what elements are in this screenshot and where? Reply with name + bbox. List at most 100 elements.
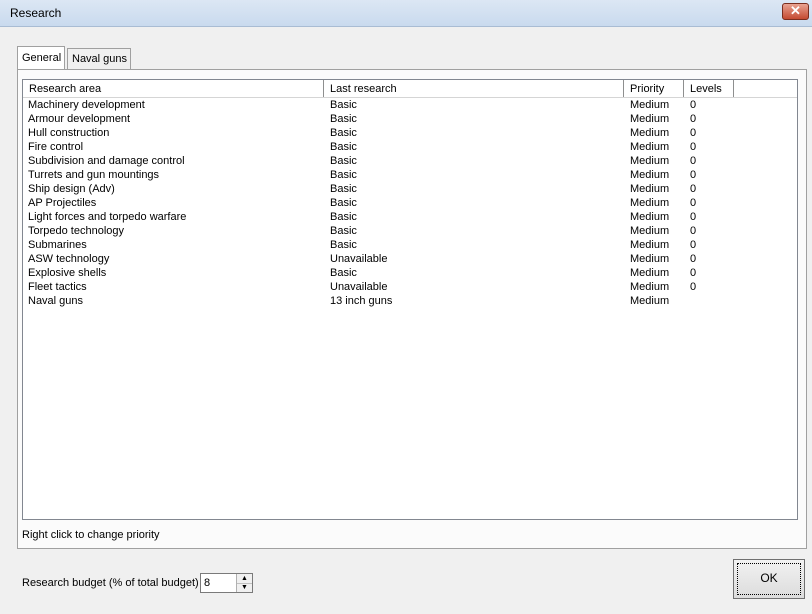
- cell-priority: Medium: [630, 99, 670, 111]
- cell-levels: 0: [690, 253, 697, 265]
- cell-last-research: Basic: [330, 225, 357, 237]
- close-button[interactable]: ✕: [782, 3, 809, 20]
- table-row[interactable]: Hull construction Basic Medium 0: [23, 126, 797, 140]
- cell-levels: 0: [690, 225, 697, 237]
- cell-research-area: Fire control: [28, 141, 84, 153]
- cell-priority: Medium: [630, 225, 670, 237]
- cell-last-research: Unavailable: [330, 281, 388, 293]
- cell-priority: Medium: [630, 197, 670, 209]
- column-header-label: Research area: [29, 83, 102, 95]
- cell-last-research: Basic: [330, 183, 357, 195]
- cell-research-area: AP Projectiles: [28, 197, 97, 209]
- column-header-last-research[interactable]: Last research: [324, 80, 624, 97]
- cell-levels: 0: [690, 127, 697, 139]
- stepper-buttons: ▲ ▼: [236, 574, 252, 592]
- cell-last-research: Basic: [330, 155, 357, 167]
- table-row[interactable]: Fleet tactics Unavailable Medium 0: [23, 280, 797, 294]
- cell-priority: Medium: [630, 281, 670, 293]
- cell-last-research: Basic: [330, 197, 357, 209]
- cell-priority: Medium: [630, 183, 670, 195]
- cell-last-research: Basic: [330, 211, 357, 223]
- cell-research-area: Torpedo technology: [28, 225, 125, 237]
- table-row[interactable]: Subdivision and damage control Basic Med…: [23, 154, 797, 168]
- cell-last-research: 13 inch guns: [330, 295, 393, 307]
- cell-research-area: Fleet tactics: [28, 281, 87, 293]
- cell-research-area: ASW technology: [28, 253, 110, 265]
- cell-priority: Medium: [630, 239, 670, 251]
- budget-label: Research budget (% of total budget): [22, 577, 199, 589]
- ok-button[interactable]: OK: [733, 559, 805, 599]
- cell-priority: Medium: [630, 113, 670, 125]
- cell-last-research: Basic: [330, 169, 357, 181]
- table-row[interactable]: Ship design (Adv) Basic Medium 0: [23, 182, 797, 196]
- cell-research-area: Machinery development: [28, 99, 145, 111]
- cell-levels: 0: [690, 281, 697, 293]
- cell-research-area: Turrets and gun mountings: [28, 169, 160, 181]
- cell-levels: 0: [690, 155, 697, 167]
- column-header-levels[interactable]: Levels: [684, 80, 734, 97]
- tab-naval-guns[interactable]: Naval guns: [67, 48, 131, 70]
- spin-down-icon[interactable]: ▼: [237, 583, 252, 592]
- cell-priority: Medium: [630, 169, 670, 181]
- cell-priority: Medium: [630, 211, 670, 223]
- column-header-label: Priority: [630, 83, 665, 95]
- budget-value[interactable]: 8: [204, 577, 210, 589]
- cell-research-area: Hull construction: [28, 127, 110, 139]
- window-title: Research: [10, 6, 62, 20]
- cell-last-research: Basic: [330, 267, 357, 279]
- cell-last-research: Basic: [330, 127, 357, 139]
- table-row[interactable]: Explosive shells Basic Medium 0: [23, 266, 797, 280]
- cell-levels: 0: [690, 239, 697, 251]
- tab-naval-guns-label: Naval guns: [72, 53, 128, 65]
- tab-general-label: General: [22, 52, 62, 64]
- cell-research-area: Explosive shells: [28, 267, 107, 279]
- cell-levels: 0: [690, 141, 697, 153]
- table-row[interactable]: Torpedo technology Basic Medium 0: [23, 224, 797, 238]
- column-header-label: Last research: [330, 83, 397, 95]
- budget-stepper[interactable]: 8 ▲ ▼: [200, 573, 253, 593]
- close-icon: ✕: [790, 3, 801, 18]
- tab-general[interactable]: General: [17, 46, 65, 69]
- cell-research-area: Naval guns: [28, 295, 84, 307]
- table-row[interactable]: Light forces and torpedo warfare Basic M…: [23, 210, 797, 224]
- cell-research-area: Subdivision and damage control: [28, 155, 185, 167]
- cell-research-area: Light forces and torpedo warfare: [28, 211, 187, 223]
- column-header-priority[interactable]: Priority: [624, 80, 684, 97]
- table-row[interactable]: Submarines Basic Medium 0: [23, 238, 797, 252]
- cell-levels: 0: [690, 197, 697, 209]
- list-header: Research area Last research Priority Lev…: [23, 80, 797, 98]
- column-header-label: Levels: [690, 83, 722, 95]
- research-list[interactable]: Research area Last research Priority Lev…: [22, 79, 798, 520]
- cell-last-research: Basic: [330, 99, 357, 111]
- cell-research-area: Armour development: [28, 113, 131, 125]
- title-bar[interactable]: Research ✕: [0, 0, 812, 27]
- table-row[interactable]: Turrets and gun mountings Basic Medium 0: [23, 168, 797, 182]
- table-row[interactable]: AP Projectiles Basic Medium 0: [23, 196, 797, 210]
- cell-priority: Medium: [630, 295, 670, 307]
- cell-levels: 0: [690, 211, 697, 223]
- priority-hint: Right click to change priority: [22, 529, 160, 541]
- table-row[interactable]: Fire control Basic Medium 0: [23, 140, 797, 154]
- table-row[interactable]: Naval guns 13 inch guns Medium: [23, 294, 797, 308]
- cell-levels: 0: [690, 267, 697, 279]
- focus-rectangle: [737, 563, 801, 595]
- column-header-research-area[interactable]: Research area: [23, 80, 324, 97]
- cell-priority: Medium: [630, 267, 670, 279]
- cell-priority: Medium: [630, 253, 670, 265]
- cell-priority: Medium: [630, 127, 670, 139]
- cell-levels: 0: [690, 99, 697, 111]
- cell-last-research: Unavailable: [330, 253, 388, 265]
- cell-levels: 0: [690, 169, 697, 181]
- cell-priority: Medium: [630, 141, 670, 153]
- cell-research-area: Ship design (Adv): [28, 183, 115, 195]
- cell-last-research: Basic: [330, 239, 357, 251]
- cell-research-area: Submarines: [28, 239, 87, 251]
- table-row[interactable]: Armour development Basic Medium 0: [23, 112, 797, 126]
- research-dialog: General Naval guns Research area Last re…: [0, 27, 812, 614]
- cell-last-research: Basic: [330, 141, 357, 153]
- cell-levels: 0: [690, 183, 697, 195]
- cell-priority: Medium: [630, 155, 670, 167]
- table-row[interactable]: ASW technology Unavailable Medium 0: [23, 252, 797, 266]
- cell-last-research: Basic: [330, 113, 357, 125]
- table-row[interactable]: Machinery development Basic Medium 0: [23, 98, 797, 112]
